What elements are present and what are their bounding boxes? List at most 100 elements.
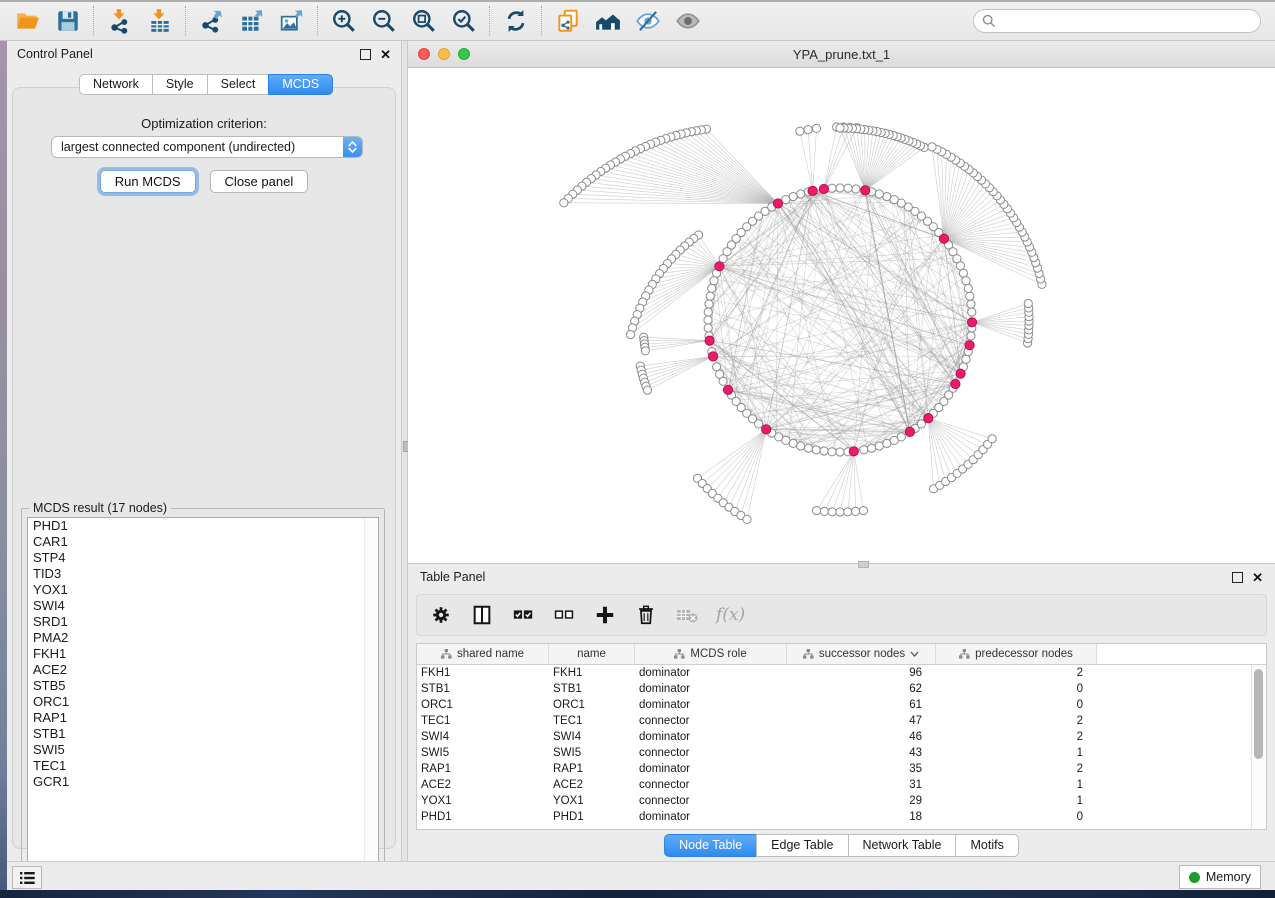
show-columns-icon[interactable] xyxy=(470,603,494,627)
toolbar-separator xyxy=(541,6,543,36)
column-header-predecessor-nodes[interactable]: predecessor nodes xyxy=(936,644,1097,664)
result-list-scrollbar[interactable] xyxy=(364,518,378,869)
memory-button[interactable]: Memory xyxy=(1179,865,1261,889)
mcds-result-node[interactable]: FKH1 xyxy=(28,646,378,662)
table-row[interactable]: RAP1RAP1dominator352 xyxy=(417,761,1266,777)
cell-shared-name: STB1 xyxy=(417,683,549,695)
cell-successor-nodes: 35 xyxy=(787,763,936,775)
optimization-criterion-dropdown[interactable]: largest connected component (undirected) xyxy=(51,136,363,158)
mcds-result-node[interactable]: SWI4 xyxy=(28,598,378,614)
open-file-icon[interactable] xyxy=(8,5,48,37)
mcds-result-node[interactable]: TID3 xyxy=(28,566,378,582)
settings-gear-icon[interactable] xyxy=(429,603,453,627)
cell-MCDS-role: dominator xyxy=(635,731,787,743)
show-hidden-icon[interactable] xyxy=(668,5,708,37)
node-table[interactable]: shared namenameMCDS rolesuccessor nodesp… xyxy=(416,643,1267,830)
hide-selected-icon[interactable] xyxy=(628,5,668,37)
table-scrollbar-thumb[interactable] xyxy=(1254,669,1263,759)
table-row[interactable]: STB1STB1dominator620 xyxy=(417,681,1266,697)
table-row[interactable]: TEC1TEC1connector472 xyxy=(417,713,1266,729)
mcds-result-node[interactable]: SRD1 xyxy=(28,614,378,630)
column-header-MCDS-role[interactable]: MCDS role xyxy=(635,644,787,664)
tab-network[interactable]: Network xyxy=(79,74,152,95)
function-builder-icon[interactable]: f(x) xyxy=(716,605,745,625)
mcds-result-node[interactable]: STB1 xyxy=(28,726,378,742)
first-neighbors-icon[interactable] xyxy=(588,5,628,37)
tab-motifs[interactable]: Motifs xyxy=(955,834,1018,857)
table-row[interactable]: YOX1YOX1connector291 xyxy=(417,793,1266,809)
network-graph[interactable] xyxy=(408,68,1275,563)
save-session-icon[interactable] xyxy=(48,5,88,37)
control-panel-titlebar: Control Panel ✕ xyxy=(7,41,401,67)
mcds-result-node[interactable]: YOX1 xyxy=(28,582,378,598)
export-network-icon[interactable] xyxy=(192,5,232,37)
mcds-result-node[interactable]: CAR1 xyxy=(28,534,378,550)
mcds-result-node[interactable]: ACE2 xyxy=(28,662,378,678)
table-row[interactable]: SWI5SWI5connector431 xyxy=(417,745,1266,761)
cell-successor-nodes: 61 xyxy=(787,699,936,711)
select-all-icon[interactable] xyxy=(511,603,535,627)
task-history-button[interactable] xyxy=(12,866,42,889)
add-column-icon[interactable] xyxy=(593,603,617,627)
cell-successor-nodes: 31 xyxy=(787,779,936,791)
network-window-titlebar[interactable]: YPA_prune.txt_1 xyxy=(408,41,1275,68)
tab-edge-table[interactable]: Edge Table xyxy=(756,834,847,857)
close-panel-icon[interactable]: ✕ xyxy=(380,50,391,59)
desktop-wallpaper-bottom xyxy=(0,890,1275,898)
cell-predecessor-nodes: 1 xyxy=(936,747,1097,759)
tab-node-table[interactable]: Node Table xyxy=(664,834,756,857)
tab-style[interactable]: Style xyxy=(152,74,207,95)
search-icon xyxy=(982,14,996,28)
mcds-result-node[interactable]: TEC1 xyxy=(28,758,378,774)
mcds-result-list[interactable]: PHD1CAR1STP4TID3YOX1SWI4SRD1PMA2FKH1ACE2… xyxy=(27,517,379,870)
table-row[interactable]: SWI4SWI4dominator462 xyxy=(417,729,1266,745)
delete-column-icon[interactable] xyxy=(634,603,658,627)
mcds-result-node[interactable]: SWI5 xyxy=(28,742,378,758)
table-row[interactable]: FKH1FKH1dominator962 xyxy=(417,665,1266,681)
export-table-icon[interactable] xyxy=(232,5,272,37)
cell-shared-name: SWI5 xyxy=(417,747,549,759)
duplicate-network-icon[interactable] xyxy=(548,5,588,37)
table-row[interactable]: PHD1PHD1dominator180 xyxy=(417,809,1266,825)
run-mcds-button[interactable]: Run MCDS xyxy=(100,170,196,193)
import-network-icon[interactable] xyxy=(100,5,140,37)
deselect-all-icon[interactable] xyxy=(552,603,576,627)
float-table-panel-icon[interactable] xyxy=(1232,572,1243,583)
tab-network-table[interactable]: Network Table xyxy=(848,834,956,857)
close-table-panel-icon[interactable]: ✕ xyxy=(1252,573,1263,582)
delete-table-icon[interactable] xyxy=(675,603,699,627)
refresh-icon[interactable] xyxy=(496,5,536,37)
close-panel-button[interactable]: Close panel xyxy=(210,170,309,193)
dropdown-stepper-icon xyxy=(343,137,362,157)
cell-name: ACE2 xyxy=(549,779,635,791)
cell-predecessor-nodes: 0 xyxy=(936,683,1097,695)
cell-successor-nodes: 96 xyxy=(787,667,936,679)
table-row[interactable]: ORC1ORC1dominator610 xyxy=(417,697,1266,713)
table-scrollbar[interactable] xyxy=(1251,665,1266,829)
zoom-out-icon[interactable] xyxy=(364,5,404,37)
column-header-name[interactable]: name xyxy=(549,644,635,664)
mcds-result-node[interactable]: PMA2 xyxy=(28,630,378,646)
table-row[interactable]: ACE2ACE2connector311 xyxy=(417,777,1266,793)
table-splitter-handle[interactable] xyxy=(858,561,869,568)
mcds-result-node[interactable]: STP4 xyxy=(28,550,378,566)
zoom-in-icon[interactable] xyxy=(324,5,364,37)
cell-predecessor-nodes: 0 xyxy=(936,811,1097,823)
mcds-result-node[interactable]: GCR1 xyxy=(28,774,378,790)
zoom-selected-icon[interactable] xyxy=(444,5,484,37)
panel-splitter[interactable] xyxy=(401,41,408,862)
import-table-icon[interactable] xyxy=(140,5,180,37)
export-image-icon[interactable] xyxy=(272,5,312,37)
float-panel-icon[interactable] xyxy=(360,49,371,60)
search-input[interactable] xyxy=(973,9,1261,33)
zoom-fit-icon[interactable] xyxy=(404,5,444,37)
network-canvas[interactable] xyxy=(408,68,1275,563)
mcds-result-node[interactable]: PHD1 xyxy=(28,518,378,534)
mcds-result-node[interactable]: STB5 xyxy=(28,678,378,694)
tab-select[interactable]: Select xyxy=(207,74,269,95)
column-header-successor-nodes[interactable]: successor nodes xyxy=(787,644,936,664)
mcds-result-node[interactable]: ORC1 xyxy=(28,694,378,710)
tab-mcds[interactable]: MCDS xyxy=(268,74,333,95)
column-header-shared-name[interactable]: shared name xyxy=(417,644,549,664)
mcds-result-node[interactable]: RAP1 xyxy=(28,710,378,726)
